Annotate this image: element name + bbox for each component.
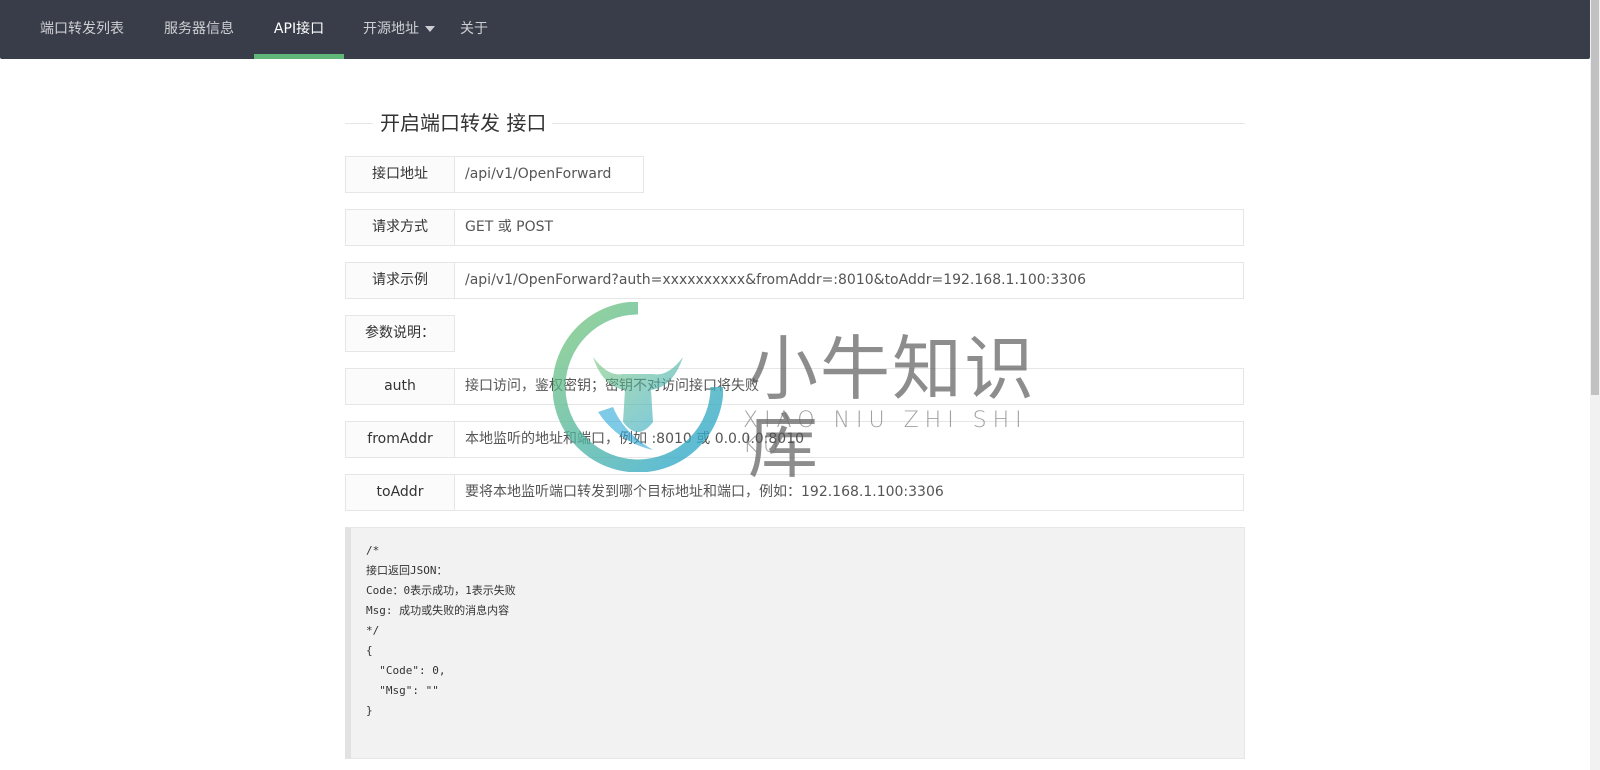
section-title-text: 开启端口转发 接口 bbox=[374, 108, 553, 138]
nav-item-label: 开源地址 bbox=[363, 21, 419, 37]
nav-item-port-forward-list[interactable]: 端口转发列表 bbox=[20, 0, 144, 59]
field-label: 请求示例 bbox=[346, 263, 455, 298]
example-field: 请求示例 /api/v1/OpenForward?auth=xxxxxxxxxx… bbox=[345, 262, 1244, 299]
field-value[interactable]: GET 或 POST bbox=[455, 210, 1243, 245]
field-label: 接口地址 bbox=[346, 157, 455, 192]
api-url-field: 接口地址 /api/v1/OpenForward bbox=[345, 156, 644, 193]
fromaddr-param-field: fromAddr 本地监听的地址和端口，例如 :8010 或 0.0.0.0:8… bbox=[345, 421, 1244, 458]
field-value[interactable]: 本地监听的地址和端口，例如 :8010 或 0.0.0.0:8010 bbox=[455, 422, 1243, 457]
top-nav: 端口转发列表 服务器信息 API接口 开源地址 关于 bbox=[0, 0, 1590, 59]
field-value[interactable]: 要将本地监听端口转发到哪个目标地址和端口，例如：192.168.1.100:33… bbox=[455, 475, 1243, 510]
field-label: fromAddr bbox=[346, 422, 455, 457]
nav-item-api[interactable]: API接口 bbox=[254, 0, 344, 59]
params-heading-field: 参数说明： bbox=[345, 315, 455, 352]
field-label: toAddr bbox=[346, 475, 455, 510]
nav-item-label: 关于 bbox=[460, 21, 488, 37]
nav-item-label: API接口 bbox=[273, 21, 325, 37]
scrollbar-thumb[interactable] bbox=[1591, 0, 1599, 395]
field-label: 请求方式 bbox=[346, 210, 455, 245]
divider bbox=[545, 123, 1245, 124]
nav-item-server-info[interactable]: 服务器信息 bbox=[144, 0, 254, 59]
section-title: 开启端口转发 接口 bbox=[345, 108, 1245, 138]
nav-item-label: 端口转发列表 bbox=[40, 21, 124, 37]
method-field: 请求方式 GET 或 POST bbox=[345, 209, 1244, 246]
vertical-scrollbar[interactable] bbox=[1590, 0, 1600, 770]
nav-item-open-source-dropdown[interactable]: 开源地址 bbox=[349, 0, 449, 59]
field-value[interactable]: /api/v1/OpenForward?auth=xxxxxxxxxx&from… bbox=[455, 263, 1243, 298]
divider bbox=[345, 123, 373, 124]
nav-item-label: 服务器信息 bbox=[164, 21, 234, 37]
auth-param-field: auth 接口访问，鉴权密钥；密钥不对访问接口将失败 bbox=[345, 368, 1244, 405]
toaddr-param-field: toAddr 要将本地监听端口转发到哪个目标地址和端口，例如：192.168.1… bbox=[345, 474, 1244, 511]
nav-item-about[interactable]: 关于 bbox=[449, 0, 499, 59]
watermark-text-cn: 小牛知识库 bbox=[748, 328, 1036, 488]
field-label: auth bbox=[346, 369, 455, 404]
response-code-block[interactable]: /* 接口返回JSON： Code：0表示成功，1表示失败 Msg: 成功或失败… bbox=[345, 527, 1245, 759]
field-value[interactable]: 接口访问，鉴权密钥；密钥不对访问接口将失败 bbox=[455, 369, 1243, 404]
chevron-down-icon bbox=[425, 26, 435, 32]
field-value[interactable]: /api/v1/OpenForward bbox=[455, 157, 643, 192]
field-label: 参数说明： bbox=[346, 316, 454, 351]
